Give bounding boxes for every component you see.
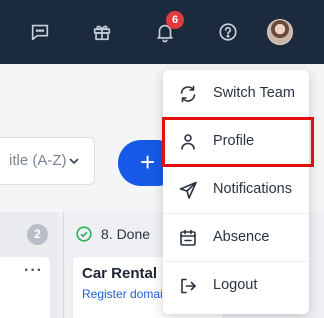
chevron-down-icon xyxy=(69,158,79,165)
calendar-icon xyxy=(180,229,196,246)
gift-icon[interactable] xyxy=(90,20,114,44)
sort-select[interactable]: itle (A-Z) xyxy=(0,137,95,185)
menu-item-label: Absence xyxy=(213,229,270,245)
task-card-link[interactable]: Register domai xyxy=(82,287,163,301)
column-count-badge: 2 xyxy=(27,224,48,245)
logout-icon xyxy=(181,278,196,294)
account-menu: Switch Team Profile Notifications Absenc… xyxy=(163,70,309,314)
profile-highlight-box xyxy=(162,117,314,167)
send-icon xyxy=(179,181,197,199)
menu-item-logout[interactable]: Logout xyxy=(163,262,309,310)
task-card-title: Car Rental xyxy=(82,265,158,282)
more-options-icon[interactable]: ··· xyxy=(24,262,43,280)
menu-item-label: Logout xyxy=(213,277,258,293)
notification-badge: 6 xyxy=(166,11,184,29)
check-circle-icon xyxy=(76,226,92,242)
menu-item-absence[interactable]: Absence xyxy=(163,214,309,262)
sort-select-value: itle (A-Z) xyxy=(9,152,67,169)
column-title: 8. Done xyxy=(101,226,151,242)
menu-item-notifications[interactable]: Notifications xyxy=(163,166,309,214)
user-avatar[interactable] xyxy=(267,19,293,45)
switch-icon xyxy=(180,85,196,103)
chat-icon[interactable] xyxy=(28,20,52,44)
menu-item-label: Notifications xyxy=(213,181,292,197)
top-navigation-bar: 6 xyxy=(0,0,324,64)
help-icon[interactable] xyxy=(216,20,240,44)
menu-item-switch-team[interactable]: Switch Team xyxy=(163,70,309,118)
menu-item-label: Switch Team xyxy=(213,85,295,101)
